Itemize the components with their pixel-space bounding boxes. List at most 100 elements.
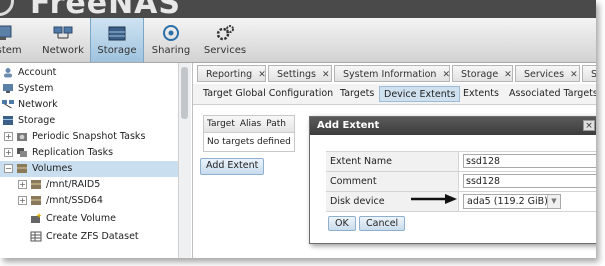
network-icon	[2, 100, 14, 109]
tree-item-mnt-raid5[interactable]: + /mnt/RAID5	[18, 177, 100, 193]
tab-s[interactable]: S	[582, 65, 596, 82]
freenas-logo-icon	[0, 0, 14, 16]
services-icon	[216, 25, 234, 41]
column-header-path[interactable]: Path	[266, 119, 286, 129]
main-toolbar: System Network Storage	[0, 18, 596, 63]
tree-item-label: /mnt/RAID5	[46, 179, 101, 190]
subtab-target-global-configuration[interactable]: Target Global Configuration	[199, 86, 337, 102]
subtab-associated-targets[interactable]: Associated Targets	[505, 86, 596, 102]
tab-label: Services	[524, 69, 565, 80]
navigation-tree: Account System Network Storage + Periodic…	[0, 63, 178, 258]
targets-empty-message: No targets defined	[207, 137, 291, 147]
dialog-title: Add Extent	[310, 117, 596, 135]
close-icon[interactable]: ✕	[258, 67, 266, 84]
create-dataset-icon	[30, 231, 42, 242]
brand-name: FreeNAS	[30, 0, 181, 18]
toolbar-system-button[interactable]: System	[0, 18, 28, 62]
toolbar-services-label: Services	[203, 45, 247, 56]
tree-item-label: Account	[18, 67, 57, 78]
sharing-icon	[163, 25, 179, 41]
toolbar-sharing-button[interactable]: Sharing	[148, 18, 194, 62]
tree-item-mnt-ssd64[interactable]: + /mnt/SSD64	[18, 193, 103, 209]
volume-icon	[31, 180, 41, 189]
tab-services[interactable]: Services ✕	[515, 65, 580, 82]
tree-item-storage[interactable]: Storage	[2, 113, 55, 129]
comment-input[interactable]	[463, 174, 596, 188]
tab-system-information[interactable]: System Information ✕	[334, 65, 450, 82]
column-header-target[interactable]: Target	[207, 119, 235, 129]
brand-bar: FreeNAS	[0, 0, 596, 18]
account-icon	[4, 68, 12, 78]
extent-name-row: Extent Name	[326, 151, 596, 171]
tree-item-label: Create ZFS Dataset	[46, 231, 139, 242]
tab-strip: Reporting ✕ Settings ✕ System Information ✕…	[193, 65, 596, 83]
add-extent-button[interactable]: Add Extent	[200, 158, 265, 175]
tab-label: Settings	[277, 69, 316, 80]
comment-label: Comment	[326, 172, 459, 191]
close-icon[interactable]: ✕	[322, 67, 330, 84]
cancel-button[interactable]: Cancel	[359, 216, 406, 231]
expand-icon[interactable]: +	[4, 148, 13, 157]
ok-button[interactable]: OK	[328, 216, 356, 231]
storage-icon	[108, 26, 126, 41]
toolbar-storage-button[interactable]: Storage	[90, 18, 144, 62]
tab-label: System Information	[343, 69, 437, 80]
subtab-targets[interactable]: Targets	[336, 86, 378, 102]
tree-scrollbar[interactable]	[178, 63, 191, 258]
iscsi-subnav: Target Global Configuration Targets Devi…	[193, 84, 596, 105]
tree-item-system[interactable]: System	[2, 81, 53, 97]
tree-item-label: Volumes	[32, 163, 73, 174]
subtab-extents[interactable]: Extents	[459, 86, 503, 102]
tree-item-label: Create Volume	[46, 213, 116, 224]
volume-icon	[31, 196, 41, 205]
tree-item-create-volume[interactable]: Create Volume	[30, 211, 116, 227]
tree-item-account[interactable]: Account	[2, 65, 56, 81]
create-volume-icon	[31, 213, 42, 223]
disk-device-select[interactable]: ada5 (119.2 GiB) ▼	[463, 194, 561, 209]
system-icon	[0, 25, 12, 40]
toolbar-sharing-label: Sharing	[151, 45, 191, 56]
tree-item-volumes[interactable]: − Volumes	[0, 161, 178, 177]
toolbar-services-button[interactable]: Services	[200, 18, 250, 62]
toolbar-system-label: System	[0, 45, 22, 56]
toolbar-network-label: Network	[42, 45, 84, 56]
collapse-icon[interactable]: −	[4, 164, 13, 173]
snapshot-icon	[17, 133, 27, 141]
tree-item-label: Network	[18, 99, 58, 110]
expand-icon[interactable]: +	[4, 132, 13, 141]
close-icon[interactable]: ✕	[570, 67, 578, 84]
volumes-icon	[17, 164, 27, 173]
tree-item-label: Periodic Snapshot Tasks	[32, 131, 146, 142]
tree-item-periodic-snapshot-tasks[interactable]: + Periodic Snapshot Tasks	[4, 129, 145, 145]
tree-scrollbar-thumb[interactable]	[181, 67, 188, 119]
chevron-down-icon[interactable]: ▼	[547, 195, 560, 208]
targets-table-header: Target Alias Path	[204, 116, 294, 133]
tree-item-label: /mnt/SSD64	[46, 195, 103, 206]
tree-item-network[interactable]: Network	[2, 97, 58, 113]
tab-settings[interactable]: Settings ✕	[268, 65, 332, 82]
extent-name-label: Extent Name	[326, 152, 459, 171]
tree-item-label: Storage	[18, 115, 56, 126]
dialog-close-icon[interactable]: ×	[583, 120, 595, 131]
expand-icon[interactable]: +	[18, 180, 27, 189]
tab-storage[interactable]: Storage ✕	[452, 65, 513, 82]
toolbar-network-button[interactable]: Network	[40, 18, 86, 62]
tab-label: Reporting	[206, 69, 253, 80]
comment-row: Comment	[326, 171, 596, 191]
column-header-alias[interactable]: Alias	[240, 119, 261, 129]
annotation-arrow-icon	[411, 194, 457, 204]
replication-icon	[17, 148, 27, 157]
extent-name-input[interactable]	[463, 154, 596, 168]
toolbar-storage-label: Storage	[97, 45, 137, 56]
tree-item-label: Replication Tasks	[32, 147, 114, 158]
freenas-window: FreeNAS System Network	[0, 0, 596, 258]
tab-reporting[interactable]: Reporting ✕	[197, 65, 266, 82]
tree-item-create-zfs-dataset[interactable]: Create ZFS Dataset	[30, 229, 139, 245]
close-icon[interactable]: ✕	[504, 67, 512, 84]
subtab-device-extents[interactable]: Device Extents	[379, 86, 461, 102]
tree-item-replication-tasks[interactable]: + Replication Tasks	[4, 145, 113, 161]
close-icon[interactable]: ✕	[442, 67, 450, 84]
add-extent-dialog: Add Extent × Extent Name Comment Disk de…	[309, 116, 596, 244]
tab-label: Storage	[461, 69, 499, 80]
expand-icon[interactable]: +	[18, 196, 27, 205]
